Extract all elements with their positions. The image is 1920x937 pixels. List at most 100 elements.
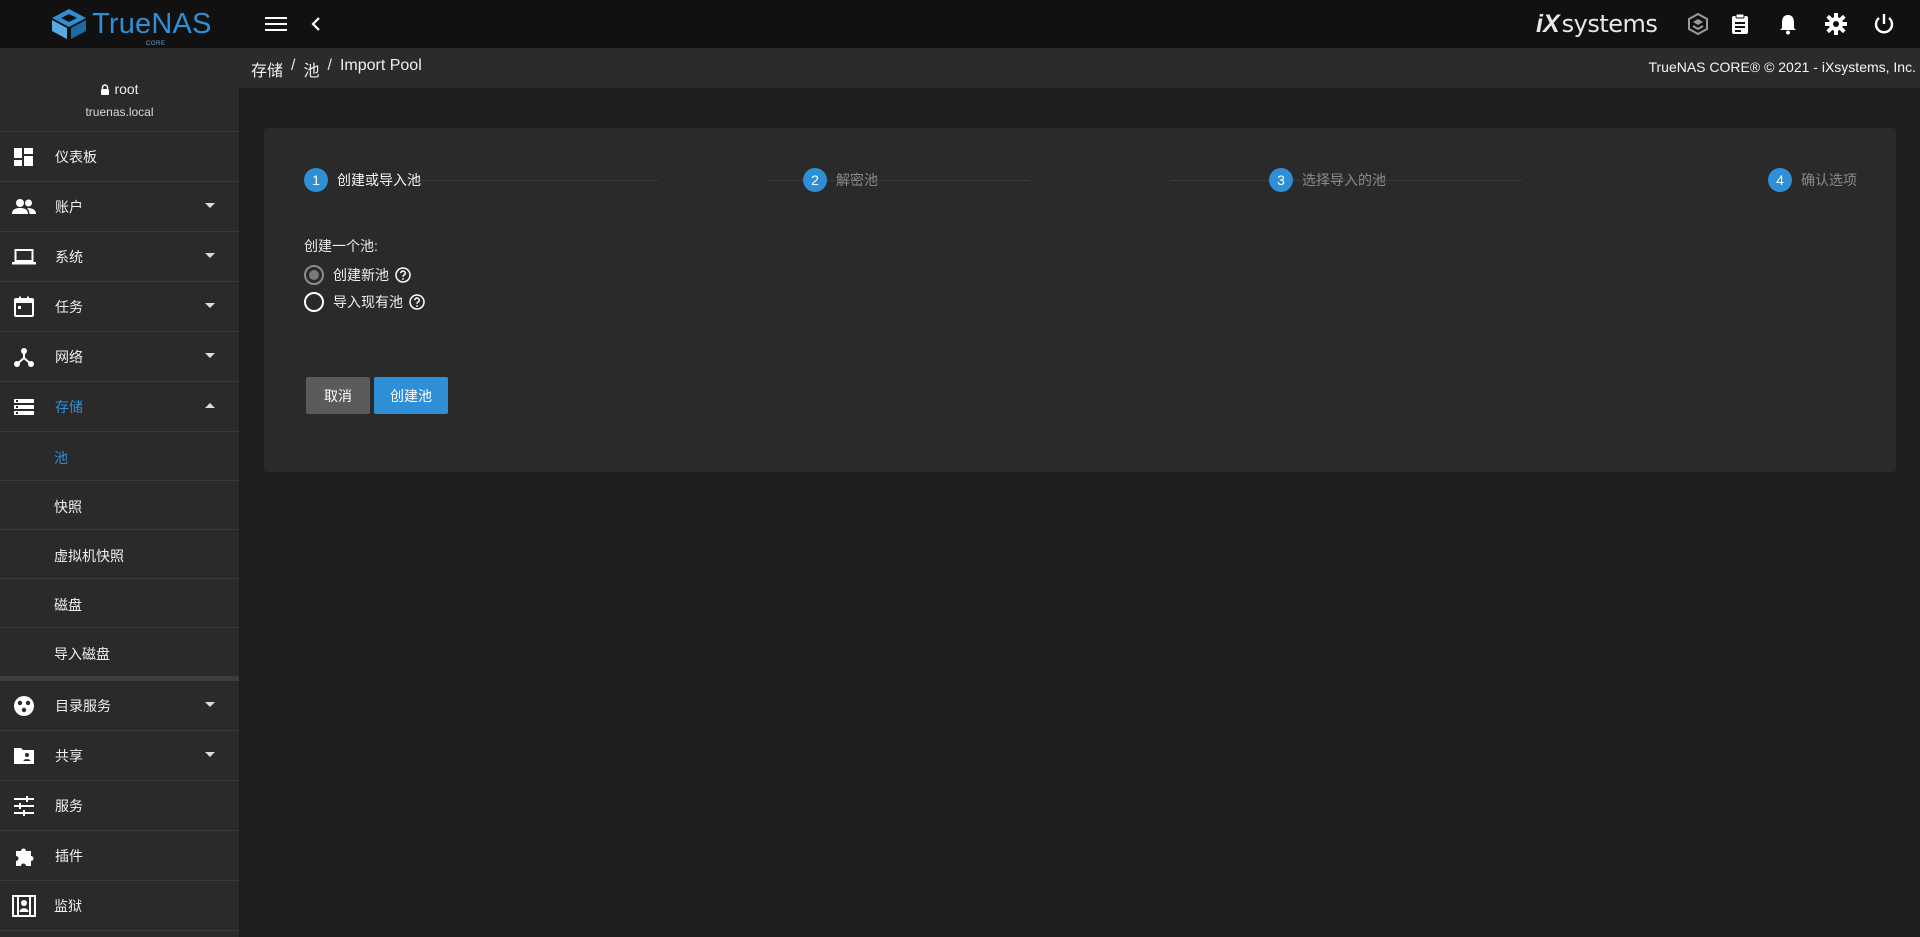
sidebar-subitem-disks[interactable]: 磁盘 (0, 579, 239, 628)
option-label: 导入现有池 (333, 294, 403, 310)
sidebar-item-label: 仪表板 (55, 148, 97, 165)
breadcrumb-storage[interactable]: 存储 (251, 57, 283, 81)
breadcrumb-current: Import Pool (339, 57, 422, 74)
chevron-down-icon (205, 253, 215, 258)
menu-icon[interactable] (264, 12, 288, 36)
sidebar-item-label: 任务 (55, 298, 83, 315)
sidebar-subitem-label: 池 (54, 450, 68, 466)
truecommand-icon[interactable] (1686, 12, 1710, 36)
sidebar-item-label: 系统 (55, 248, 83, 265)
step-label: 选择导入的池 (1302, 172, 1386, 188)
breadcrumb-separator: / (291, 57, 296, 74)
option-label: 创建新池 (333, 267, 389, 283)
sidebar-item-services[interactable]: 服务 (0, 781, 239, 831)
jail-icon (12, 895, 36, 917)
sidebar-item-plugins[interactable]: 插件 (0, 831, 239, 881)
lock-icon (101, 83, 110, 95)
chevron-up-icon (205, 403, 215, 408)
bell-icon[interactable] (1776, 12, 1800, 36)
radio-import-existing-pool[interactable] (304, 292, 324, 312)
hostname: truenas.local (85, 104, 154, 119)
sidebar-item-label: 账户 (55, 198, 83, 215)
sidebar-item-jails[interactable]: 监狱 (0, 881, 239, 931)
sidebar-item-tasks[interactable]: 任务 (0, 282, 239, 332)
sidebar-subitem-import-disk[interactable]: 导入磁盘 (0, 628, 239, 677)
ixsystems-logo[interactable]: iX systems (1536, 9, 1658, 39)
sidebar-item-label: 存储 (55, 398, 83, 415)
sidebar-item-label: 网络 (55, 348, 83, 365)
sidebar-item-dashboard[interactable]: 仪表板 (0, 132, 239, 182)
step-label: 解密池 (836, 172, 878, 188)
ixsystems-logo-text: systems (1561, 10, 1658, 38)
sidebar-subitem-pools[interactable]: 池 (0, 432, 239, 481)
user-info: root truenas.local (0, 48, 239, 132)
sidebar-item-network[interactable]: 网络 (0, 332, 239, 382)
sidebar-subitem-label: 导入磁盘 (54, 646, 110, 662)
step-label: 创建或导入池 (337, 172, 421, 188)
breadcrumb-separator: / (327, 57, 332, 74)
sidebar-item-label: 监狱 (54, 897, 82, 914)
breadcrumb: 存储 / 池 / Import Pool (251, 57, 422, 81)
sidebar-subitem-label: 快照 (54, 499, 82, 515)
sidebar-item-directory-services[interactable]: 目录服务 (0, 681, 239, 731)
wizard-step-4[interactable]: 4 确认选项 (1768, 168, 1857, 192)
chevron-down-icon (205, 303, 215, 308)
network-icon (14, 348, 34, 367)
sidebar: root truenas.local 仪表板 账户 系统 任务 网络 存储 池 … (0, 48, 239, 937)
sidebar-item-accounts[interactable]: 账户 (0, 182, 239, 232)
create-pool-button[interactable]: 创建池 (374, 377, 448, 414)
chevron-down-icon (205, 702, 215, 707)
breadcrumb-pools[interactable]: 池 (303, 57, 319, 81)
chevron-down-icon (205, 353, 215, 358)
sidebar-item-sharing[interactable]: 共享 (0, 731, 239, 781)
step-number: 3 (1269, 168, 1293, 192)
sidebar-item-label: 服务 (55, 797, 83, 814)
top-bar: TrueNAS CORE iX systems (0, 0, 1920, 48)
calendar-icon (14, 296, 34, 317)
help-icon[interactable] (395, 267, 411, 283)
sidebar-subitem-label: 磁盘 (54, 597, 82, 613)
storage-icon (14, 399, 34, 415)
step-number: 1 (304, 168, 328, 192)
sidebar-item-label: 目录服务 (55, 697, 111, 714)
breadcrumb-bar: 存储 / 池 / Import Pool TrueNAS CORE® © 202… (239, 48, 1920, 88)
wizard-step-1[interactable]: 1 创建或导入池 (304, 168, 421, 192)
sidebar-item-label: 共享 (55, 747, 83, 764)
directory-icon (14, 696, 34, 716)
chevron-down-icon (205, 752, 215, 757)
truenas-logo[interactable]: TrueNAS CORE (50, 6, 212, 47)
copyright[interactable]: TrueNAS CORE® © 2021 - iXsystems, Inc. (1648, 59, 1916, 75)
sidebar-item-system[interactable]: 系统 (0, 232, 239, 282)
cancel-button[interactable]: 取消 (306, 377, 370, 414)
create-new-pool-option[interactable]: 创建新池 (304, 264, 411, 286)
gear-icon[interactable] (1824, 12, 1848, 36)
import-existing-pool-option[interactable]: 导入现有池 (304, 291, 425, 313)
brand-edition: CORE (146, 40, 166, 47)
ixsystems-logo-mark: iX (1536, 9, 1560, 38)
dashboard-icon (14, 148, 33, 166)
create-pool-label: 创建一个池: (304, 238, 378, 254)
radio-create-new-pool[interactable] (304, 265, 324, 285)
puzzle-icon (16, 848, 34, 866)
clipboard-icon[interactable] (1728, 12, 1752, 36)
stepper-connector (398, 180, 658, 181)
brand-name: TrueNAS CORE (92, 7, 212, 47)
username: root (114, 81, 139, 97)
folder-shared-icon (14, 748, 34, 764)
power-icon[interactable] (1872, 12, 1896, 36)
step-number: 4 (1768, 168, 1792, 192)
sidebar-subitem-label: 虚拟机快照 (54, 548, 124, 564)
people-icon (12, 199, 36, 214)
import-pool-wizard: 1 创建或导入池 2 解密池 3 选择导入的池 4 确认选项 创建一个池: 创建… (264, 128, 1896, 472)
chevron-left-icon[interactable] (304, 12, 328, 36)
wizard-step-3[interactable]: 3 选择导入的池 (1269, 168, 1386, 192)
step-label: 确认选项 (1801, 172, 1857, 188)
sidebar-subitem-snapshots[interactable]: 快照 (0, 481, 239, 530)
user-name-row: root (100, 81, 139, 97)
help-icon[interactable] (409, 294, 425, 310)
tune-icon (14, 796, 34, 816)
sidebar-item-storage[interactable]: 存储 (0, 382, 239, 432)
wizard-step-2[interactable]: 2 解密池 (803, 168, 878, 192)
sidebar-subitem-vm-snapshots[interactable]: 虚拟机快照 (0, 530, 239, 579)
step-number: 2 (803, 168, 827, 192)
